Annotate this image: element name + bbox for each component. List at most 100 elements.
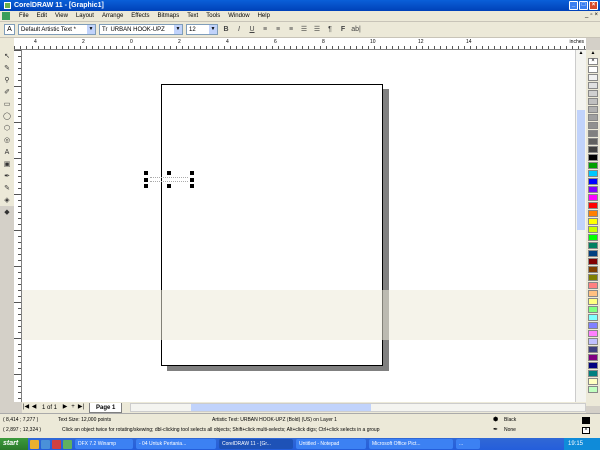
- task-coreldraw[interactable]: CorelDRAW 11 - [Gr...: [219, 439, 293, 449]
- color-swatch[interactable]: [588, 378, 598, 385]
- color-swatch[interactable]: [588, 170, 598, 177]
- color-swatch[interactable]: [588, 234, 598, 241]
- horizontal-ruler[interactable]: 4 2 0 2 4 6 8 10 12 14 inches: [14, 38, 586, 50]
- color-swatch[interactable]: [588, 386, 598, 393]
- selection-handle[interactable]: [190, 171, 194, 175]
- outline-color-swatch[interactable]: ×: [582, 427, 590, 434]
- start-button[interactable]: start: [0, 438, 28, 450]
- task-more[interactable]: ...: [456, 439, 480, 449]
- add-page-icon[interactable]: +: [69, 403, 77, 412]
- chevron-down-icon[interactable]: ▼: [174, 25, 182, 34]
- task-office-picture[interactable]: Microsoft Office Pict...: [369, 439, 453, 449]
- bullet-list-icon[interactable]: ☰: [299, 25, 309, 35]
- color-swatch[interactable]: [588, 370, 598, 377]
- menu-view[interactable]: View: [51, 13, 72, 19]
- color-swatch[interactable]: [588, 66, 598, 73]
- fill-tool-icon[interactable]: ◈: [1, 195, 13, 206]
- color-swatch[interactable]: [588, 306, 598, 313]
- scroll-up-icon[interactable]: ▲: [576, 50, 586, 59]
- color-swatch[interactable]: [588, 226, 598, 233]
- color-swatch[interactable]: [588, 314, 598, 321]
- scroll-thumb[interactable]: [191, 404, 372, 411]
- chevron-down-icon[interactable]: ▼: [87, 25, 95, 34]
- color-swatch[interactable]: [588, 130, 598, 137]
- color-swatch[interactable]: [588, 330, 598, 337]
- selected-artistic-text[interactable]: [150, 177, 188, 182]
- menu-edit[interactable]: Edit: [33, 13, 51, 19]
- italic-button[interactable]: I: [234, 25, 244, 35]
- menu-tools[interactable]: Tools: [202, 13, 224, 19]
- color-swatch[interactable]: [588, 322, 598, 329]
- close-button[interactable]: ×: [589, 1, 598, 10]
- color-swatch[interactable]: [588, 178, 598, 185]
- ellipse-tool-icon[interactable]: ◯: [1, 111, 13, 122]
- color-swatch[interactable]: [588, 122, 598, 129]
- font-size-combo[interactable]: 12 ▼: [186, 24, 218, 35]
- eyedropper-tool-icon[interactable]: ✒: [1, 171, 13, 182]
- underline-button[interactable]: U: [247, 25, 257, 35]
- menu-layout[interactable]: Layout: [72, 13, 98, 19]
- format-text-button[interactable]: F: [338, 25, 348, 35]
- selection-handle[interactable]: [190, 184, 194, 188]
- color-swatch[interactable]: [588, 98, 598, 105]
- color-swatch[interactable]: [588, 146, 598, 153]
- quicklaunch-ie-icon[interactable]: [41, 439, 50, 449]
- color-swatch[interactable]: [588, 210, 598, 217]
- zoom-tool-icon[interactable]: ⚲: [1, 75, 13, 86]
- color-swatch[interactable]: [588, 354, 598, 361]
- doc-restore-button[interactable]: ▫: [590, 12, 592, 18]
- text-style-icon[interactable]: A: [4, 24, 15, 35]
- basic-shapes-tool-icon[interactable]: ◎: [1, 135, 13, 146]
- selection-handle[interactable]: [190, 178, 194, 182]
- no-color-swatch[interactable]: ×: [588, 58, 598, 65]
- quicklaunch-folder-icon[interactable]: [30, 439, 39, 449]
- next-page-icon[interactable]: ▶: [61, 403, 69, 412]
- color-swatch[interactable]: [588, 290, 598, 297]
- align-right-icon[interactable]: ≡: [286, 25, 296, 35]
- align-center-icon[interactable]: ≡: [273, 25, 283, 35]
- pick-tool-icon[interactable]: ↖: [1, 51, 13, 62]
- freehand-tool-icon[interactable]: ✐: [1, 87, 13, 98]
- color-swatch[interactable]: [588, 274, 598, 281]
- edit-text-button[interactable]: ab|: [351, 25, 361, 35]
- color-swatch[interactable]: [588, 346, 598, 353]
- outline-tool-icon[interactable]: ✎: [1, 183, 13, 194]
- align-left-icon[interactable]: ≡: [260, 25, 270, 35]
- polygon-tool-icon[interactable]: ⬡: [1, 123, 13, 134]
- drawing-canvas[interactable]: ▲: [22, 50, 586, 402]
- chevron-down-icon[interactable]: ▼: [209, 25, 217, 34]
- paragraph-button[interactable]: ¶: [325, 25, 335, 35]
- color-swatch[interactable]: [588, 82, 598, 89]
- color-swatch[interactable]: [588, 186, 598, 193]
- menu-file[interactable]: File: [15, 13, 33, 19]
- quicklaunch-media-icon[interactable]: [52, 439, 61, 449]
- color-swatch[interactable]: [588, 266, 598, 273]
- color-swatch[interactable]: [588, 338, 598, 345]
- color-swatch[interactable]: [588, 106, 598, 113]
- quicklaunch-app-icon[interactable]: [63, 439, 72, 449]
- color-swatch[interactable]: [588, 194, 598, 201]
- first-page-icon[interactable]: |◀: [22, 403, 30, 412]
- menu-effects[interactable]: Effects: [127, 13, 153, 19]
- text-tool-icon[interactable]: A: [1, 147, 13, 158]
- color-swatch[interactable]: [588, 138, 598, 145]
- selection-handle[interactable]: [144, 184, 148, 188]
- doc-minimize-button[interactable]: _: [585, 12, 588, 18]
- palette-up-icon[interactable]: ▲: [586, 50, 600, 58]
- menu-window[interactable]: Window: [224, 13, 253, 19]
- interactive-blend-tool-icon[interactable]: ▣: [1, 159, 13, 170]
- menu-arrange[interactable]: Arrange: [98, 13, 127, 19]
- menu-help[interactable]: Help: [254, 13, 274, 19]
- color-swatch[interactable]: [588, 154, 598, 161]
- selection-handle[interactable]: [144, 171, 148, 175]
- color-swatch[interactable]: [588, 162, 598, 169]
- doc-close-button[interactable]: ×: [594, 12, 598, 18]
- indent-icon[interactable]: ☰: [312, 25, 322, 35]
- color-swatch[interactable]: [588, 202, 598, 209]
- vertical-scrollbar[interactable]: ▲: [575, 50, 586, 402]
- task-notepad[interactable]: Untitled - Notepad: [296, 439, 366, 449]
- task-folder[interactable]: - 04 Untuk Pertania...: [136, 439, 216, 449]
- interactive-fill-tool-icon[interactable]: ◆: [1, 207, 13, 218]
- document-icon[interactable]: [2, 12, 10, 20]
- fill-color-swatch[interactable]: [582, 417, 590, 424]
